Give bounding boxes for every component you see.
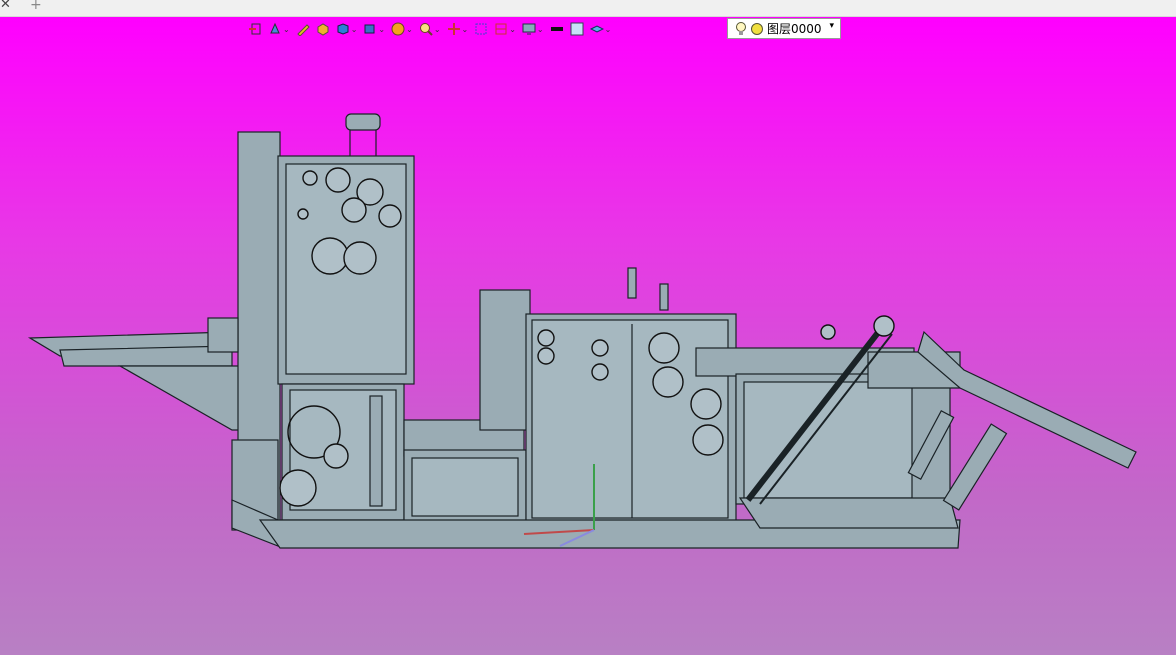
chevron-down-icon: ⌄	[378, 24, 386, 34]
chevron-down-icon: ⌄	[536, 24, 544, 34]
layer-color-dot-icon[interactable]	[750, 22, 764, 36]
standard-views-button[interactable]: ⌄	[492, 19, 518, 39]
document-tab-bar: ✕ +	[0, 0, 1176, 17]
view-orient-button[interactable]	[246, 19, 264, 39]
monitor-icon	[522, 23, 536, 35]
view-manipulate-button[interactable]: ⌄	[266, 19, 292, 39]
chevron-down-icon: ⌄	[509, 24, 516, 34]
layer-tool-button[interactable]: ⌄	[588, 19, 614, 39]
fit-view-button[interactable]	[472, 19, 490, 39]
render-sphere-icon	[391, 22, 405, 36]
standard-views-icon	[495, 23, 507, 35]
view-orient-icon	[249, 23, 261, 35]
fill-color-button[interactable]	[568, 19, 586, 39]
display-box-button[interactable]	[314, 19, 332, 39]
heads-up-view-toolbar: ⌄ ⌄ ⌄ ⌄ ⌄ ⌄ ⌄ ⌄ ⌄	[246, 18, 613, 40]
chevron-down-icon: ⌄	[406, 24, 413, 34]
view-manipulate-icon	[270, 22, 280, 34]
layer-selector[interactable]: 图层0000 ▾	[727, 18, 841, 39]
display-box-icon	[317, 23, 329, 36]
line-color-icon	[550, 27, 563, 31]
layer-name: 图层0000	[767, 22, 822, 36]
rotate-axes-button[interactable]: ⌄	[445, 19, 471, 39]
close-tab-icon[interactable]: ✕	[0, 0, 11, 12]
machine-3d-model	[27, 113, 1137, 549]
line-color-button[interactable]	[548, 19, 566, 39]
layer-tool-icon	[589, 25, 604, 33]
rotate-axes-icon	[447, 23, 460, 35]
chevron-down-icon: ⌄	[461, 24, 469, 34]
fit-view-icon	[475, 23, 487, 35]
cube-icon	[337, 23, 349, 35]
sketch-pen-button[interactable]	[294, 19, 312, 39]
sketch-pen-icon	[296, 24, 310, 36]
chevron-down-icon: ⌄	[283, 24, 290, 34]
section-view-button[interactable]: ⌄	[361, 19, 387, 39]
lightbulb-icon[interactable]	[734, 21, 748, 37]
section-view-icon	[364, 24, 375, 34]
monitor-button[interactable]: ⌄	[520, 19, 546, 39]
fill-color-icon	[570, 22, 584, 36]
graphics-viewport[interactable]	[0, 17, 1176, 655]
add-tab-icon[interactable]: +	[30, 0, 42, 13]
chevron-down-icon: ⌄	[350, 24, 358, 34]
dropdown-arrow-icon[interactable]: ▾	[829, 21, 834, 31]
chevron-down-icon: ⌄	[433, 24, 441, 34]
cube-display-button[interactable]: ⌄	[334, 19, 360, 39]
zoom-icon	[419, 23, 433, 36]
render-button[interactable]: ⌄	[389, 19, 415, 39]
zoom-button[interactable]: ⌄	[417, 19, 443, 39]
chevron-down-icon: ⌄	[604, 24, 612, 34]
